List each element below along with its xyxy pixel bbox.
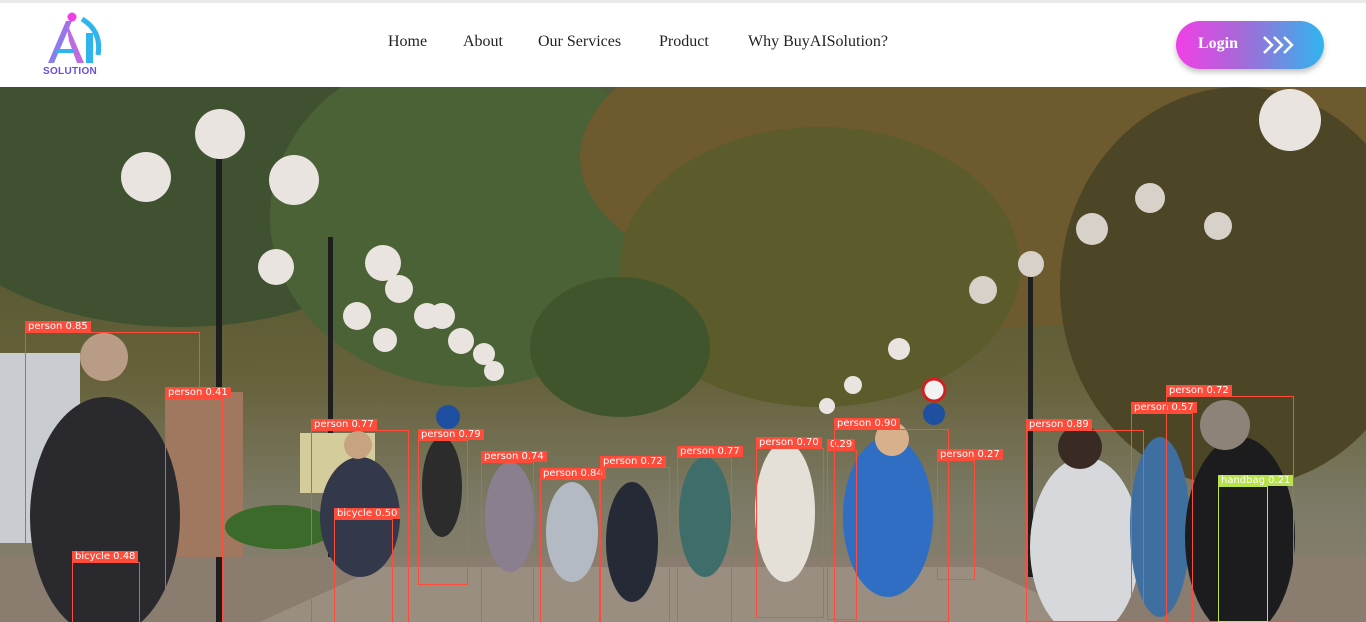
detection-label: handbag 0.21	[1218, 475, 1294, 486]
detection-label: person 0.27	[937, 449, 1003, 460]
detection-box: bicycle 0.48	[72, 551, 140, 622]
detection-box: person 0.84	[540, 468, 606, 622]
detection-label: person 0.77	[311, 419, 377, 430]
detection-box: person 0.70	[756, 437, 824, 618]
nav-why-buyaisolution[interactable]: Why BuyAISolution?	[748, 33, 888, 51]
login-label: Login	[1198, 35, 1239, 52]
login-button[interactable]: Login	[1176, 21, 1324, 69]
detection-box: bicycle 0.50	[334, 508, 401, 622]
nav-product[interactable]: Product	[659, 33, 709, 51]
detection-box: person 0.41	[165, 387, 231, 622]
main-nav: Home About Our Services Product Why BuyA…	[0, 33, 1366, 57]
nav-home[interactable]: Home	[388, 33, 427, 51]
detection-box: person 0.72	[600, 456, 670, 622]
detection-box: person 0.77	[677, 446, 743, 622]
detection-label: person 0.84	[540, 468, 606, 479]
detection-label: person 0.41	[165, 387, 231, 398]
detection-label: person 0.72	[600, 456, 666, 467]
nav-about[interactable]: About	[463, 33, 503, 51]
detection-box: person 0.74	[481, 451, 547, 622]
detection-label: person 0.79	[418, 429, 484, 440]
detection-box: person 0.79	[418, 429, 484, 585]
detection-label: person 0.72	[1166, 385, 1232, 396]
double-chevron-right-icon	[1263, 36, 1294, 54]
detection-label: person 0.74	[481, 451, 547, 462]
detection-label: bicycle 0.48	[72, 551, 139, 562]
detection-box-handbag: handbag 0.21	[1218, 475, 1294, 622]
nav-our-services[interactable]: Our Services	[538, 33, 621, 51]
detection-label: person 0.85	[25, 321, 91, 332]
detection-label: person 0.70	[756, 437, 822, 448]
hero-detection-image: person 0.85 person 0.41 bicycle 0.48 per…	[0, 87, 1366, 622]
site-header: SOLUTION Home About Our Services Product…	[0, 3, 1366, 87]
detection-label: person 0.90	[834, 418, 900, 429]
detection-label: person 0.77	[677, 446, 743, 457]
detection-label: person 0.89	[1026, 419, 1092, 430]
logo-text: SOLUTION	[43, 66, 98, 77]
detection-box: person 0.27	[937, 449, 1003, 580]
detection-box: person 0.90	[834, 418, 949, 622]
detection-label: bicycle 0.50	[334, 508, 401, 519]
detection-box: person 0.89	[1026, 419, 1144, 622]
